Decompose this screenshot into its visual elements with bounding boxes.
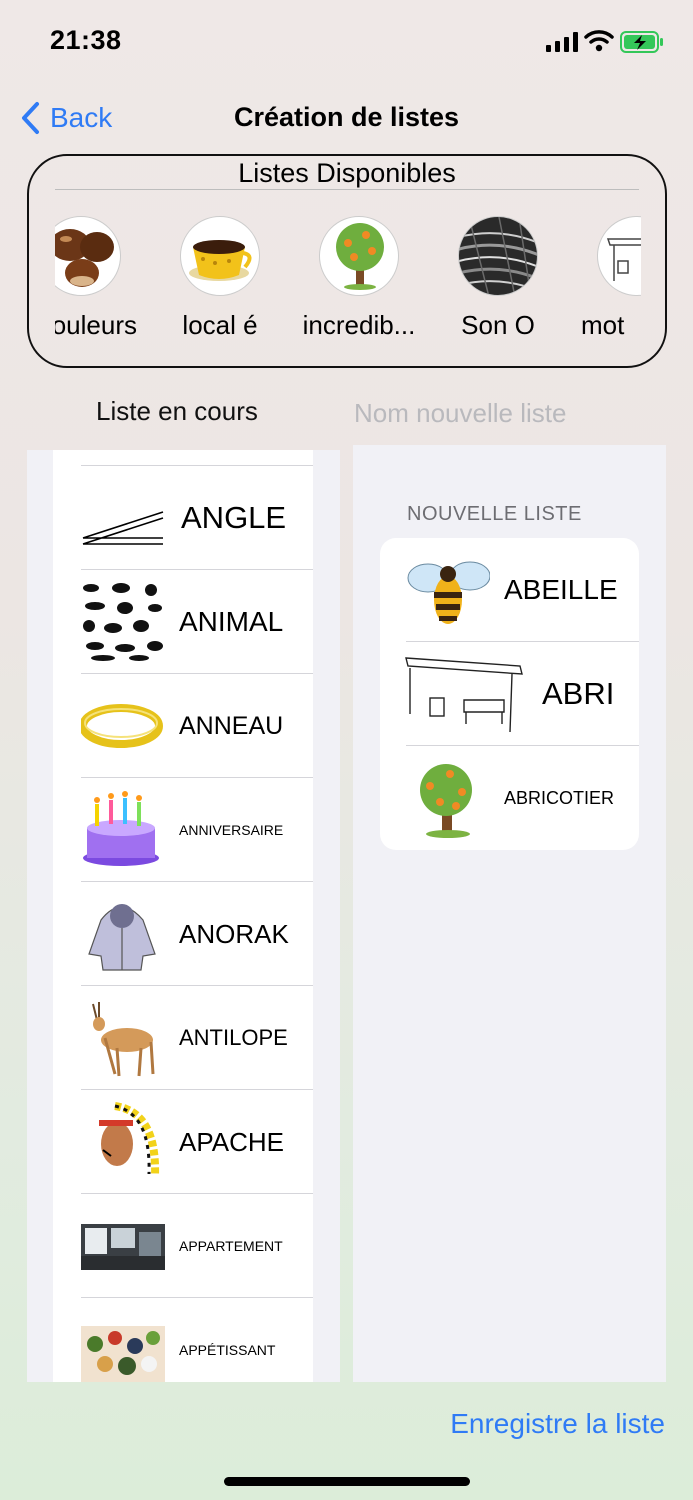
divider bbox=[55, 189, 639, 190]
birthday-cake-icon bbox=[83, 791, 159, 866]
word-label: ANTILOPE bbox=[179, 1025, 288, 1050]
word-row[interactable]: APPARTEMENT bbox=[53, 1194, 313, 1298]
home-indicator bbox=[224, 1477, 470, 1486]
bus-shelter-thumbnail bbox=[597, 216, 641, 296]
apricot-tree-icon bbox=[420, 764, 472, 838]
apartment-photo-icon bbox=[81, 1224, 165, 1270]
word-label: APACHE bbox=[179, 1126, 284, 1157]
coffee-cup-thumbnail bbox=[180, 216, 260, 296]
page-title: Création de listes bbox=[233, 102, 460, 132]
texture-photo-thumbnail bbox=[458, 216, 538, 296]
current-list-label: Liste en cours bbox=[96, 396, 258, 426]
word-row[interactable]: APPÉTISSANT bbox=[53, 1298, 313, 1382]
word-row[interactable]: ANORAK bbox=[53, 882, 313, 986]
new-word-list[interactable]: ABEILLE ABRI ABRICOTIER bbox=[380, 538, 639, 850]
battery-charging-icon bbox=[620, 31, 663, 53]
word-label: ANORAK bbox=[179, 918, 289, 949]
word-label: APPÉTISSANT bbox=[179, 1342, 276, 1358]
available-list-card[interactable]: mot bbox=[571, 216, 641, 346]
new-word-row[interactable]: ABRI bbox=[380, 642, 639, 746]
new-list-name-input[interactable] bbox=[354, 392, 654, 434]
status-bar: 21:38 bbox=[0, 0, 693, 80]
new-word-row[interactable]: ABEILLE bbox=[380, 538, 639, 642]
save-list-button[interactable]: Enregistre la liste bbox=[450, 1408, 665, 1440]
new-word-label: ABRICOTIER bbox=[504, 787, 615, 808]
chestnut-thumbnail bbox=[55, 216, 121, 296]
available-list-name: mot bbox=[581, 310, 625, 340]
word-row[interactable]: APACHE bbox=[53, 1090, 313, 1194]
current-list-panel: ANGLE ANIMAL ANNEAU ANNIVERSAIRE ANORAK … bbox=[27, 450, 340, 1382]
word-label: ANNIVERSAIRE bbox=[179, 822, 284, 838]
available-list-card[interactable]: Son O bbox=[432, 216, 564, 346]
new-list-panel: NOUVELLE LISTE ABEILLE ABRI ABRICOTIER bbox=[353, 445, 666, 1382]
available-list-name: couleurs bbox=[55, 310, 137, 340]
angle-icon bbox=[82, 511, 164, 545]
wifi-icon bbox=[584, 30, 614, 52]
available-list-name: incredib... bbox=[302, 310, 416, 340]
navigation-bar: Back Création de listes bbox=[0, 90, 693, 146]
available-list-name: local é bbox=[182, 310, 258, 340]
anorak-icon bbox=[88, 904, 156, 971]
food-platter-icon bbox=[81, 1326, 165, 1382]
word-row[interactable] bbox=[53, 450, 313, 466]
word-row[interactable]: ANGLE bbox=[53, 466, 313, 570]
word-label: ANIMAL bbox=[179, 606, 284, 637]
available-lists-carousel[interactable]: couleurs local é bbox=[55, 216, 641, 346]
bus-shelter-icon bbox=[405, 657, 523, 733]
status-time: 21:38 bbox=[50, 25, 122, 55]
cellular-signal-icon bbox=[546, 32, 578, 52]
animals-silhouette-icon bbox=[83, 583, 163, 661]
available-lists-box: Listes Disponibles couleurs bbox=[27, 154, 667, 368]
word-row[interactable]: ANNIVERSAIRE bbox=[53, 778, 313, 882]
word-row[interactable]: ANTILOPE bbox=[53, 986, 313, 1090]
current-word-list[interactable]: ANGLE ANIMAL ANNEAU ANNIVERSAIRE ANORAK … bbox=[53, 450, 313, 1382]
word-row[interactable]: ANNEAU bbox=[53, 674, 313, 778]
antelope-icon bbox=[92, 1002, 155, 1077]
word-row[interactable]: ANIMAL bbox=[53, 570, 313, 674]
new-word-row[interactable]: ABRICOTIER bbox=[380, 746, 639, 850]
bee-icon bbox=[407, 561, 490, 624]
new-word-label: ABEILLE bbox=[504, 574, 618, 605]
available-list-card[interactable]: incredib... bbox=[293, 216, 425, 346]
available-list-name: Son O bbox=[461, 310, 535, 340]
new-word-label: ABRI bbox=[542, 676, 615, 711]
apache-headdress-icon bbox=[99, 1102, 160, 1177]
available-list-card[interactable]: couleurs bbox=[55, 216, 147, 346]
word-label: ANGLE bbox=[181, 500, 287, 535]
available-lists-title: Listes Disponibles bbox=[238, 158, 456, 188]
word-label: APPARTEMENT bbox=[179, 1238, 283, 1254]
available-list-card[interactable]: local é bbox=[154, 216, 286, 346]
ring-icon bbox=[81, 704, 163, 748]
apricot-tree-thumbnail bbox=[319, 216, 399, 296]
new-list-header: NOUVELLE LISTE bbox=[407, 503, 582, 525]
word-label: ANNEAU bbox=[179, 711, 284, 740]
